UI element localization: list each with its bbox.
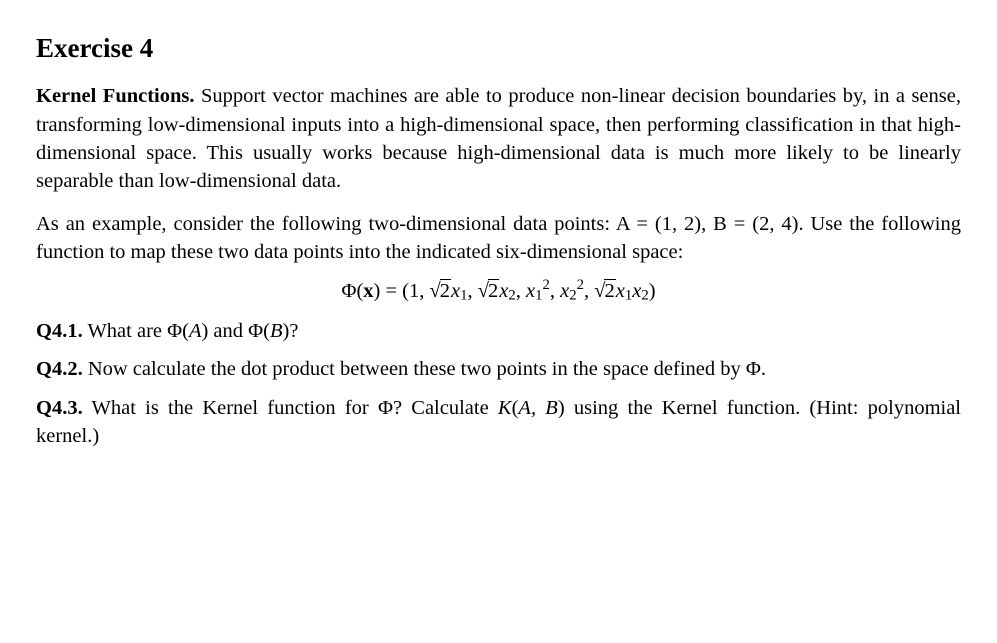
q41-label: Q4.1. [36,320,83,342]
page: Exercise 4 Kernel Functions. Support vec… [0,0,997,450]
exercise-title: Exercise 4 [36,32,961,64]
question-4-1: Q4.1. What are Φ(A) and Φ(B)? [36,317,961,345]
q42-label: Q4.2. [36,358,83,380]
question-4-2: Q4.2. Now calculate the dot product betw… [36,355,961,383]
q43-label: Q4.3. [36,397,83,419]
q42-text: Now calculate the dot product between th… [83,358,766,380]
phi-equation: Φ(x) = (1, √2x1, √2x2, x12, x22, √2x1x2) [36,280,961,303]
question-4-3: Q4.3. What is the Kernel function for Φ?… [36,394,961,451]
example-paragraph: As an example, consider the following tw… [36,210,961,267]
intro-lead: Kernel Functions. [36,85,195,107]
intro-paragraph: Kernel Functions. Support vector machine… [36,82,961,195]
